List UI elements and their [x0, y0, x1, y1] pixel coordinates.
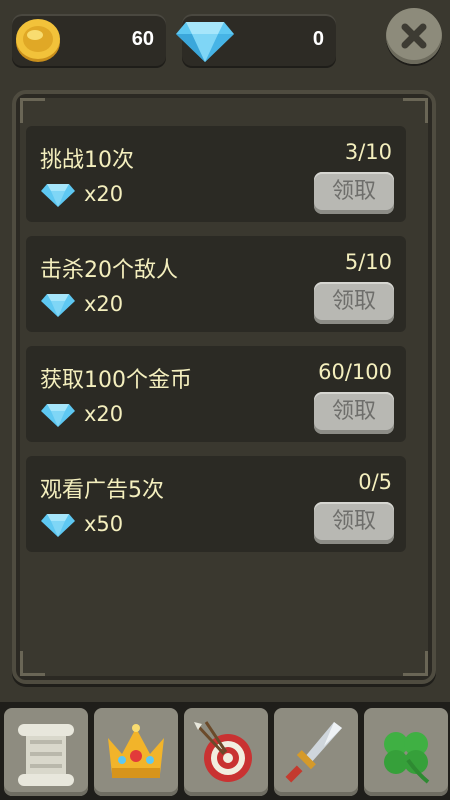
gem-counter: 0 — [176, 14, 336, 66]
clover-icon — [384, 732, 430, 784]
gold-amount: 60 — [131, 28, 154, 50]
diamond-icon — [176, 22, 234, 62]
quest-title: 获取100个金币 — [40, 368, 192, 393]
quest-reward: x50 — [84, 512, 124, 536]
panel-corner-ornament — [20, 651, 45, 676]
tab-target[interactable] — [184, 708, 268, 796]
quest-title: 挑战10次 — [40, 148, 134, 173]
claim-button[interactable]: 领取 — [314, 392, 394, 434]
target-arrows-icon — [194, 721, 252, 782]
diamond-icon — [41, 184, 75, 207]
quest-row: 挑战10次 3/10 x20 领取 — [26, 126, 406, 222]
panel-corner-ornament — [20, 98, 45, 123]
gem-amount: 0 — [312, 28, 324, 50]
diamond-icon — [41, 514, 75, 537]
gold-coin-icon — [16, 19, 60, 62]
quest-progress: 60/100 — [318, 360, 392, 384]
panel-corner-ornament — [403, 651, 428, 676]
tab-scroll[interactable] — [4, 708, 88, 796]
close-icon — [401, 23, 427, 49]
bottom-nav — [0, 702, 450, 800]
gold-counter: 60 — [12, 14, 166, 66]
close-button[interactable] — [386, 8, 442, 64]
claim-button[interactable]: 领取 — [314, 282, 394, 324]
quest-reward: x20 — [84, 182, 124, 206]
tab-crown[interactable] — [94, 708, 178, 796]
tab-sword[interactable] — [274, 708, 358, 796]
sword-icon — [285, 722, 342, 783]
panel-corner-ornament — [403, 98, 428, 123]
crown-icon — [108, 724, 164, 778]
quest-title: 击杀20个敌人 — [40, 258, 178, 283]
quest-row: 击杀20个敌人 5/10 x20 领取 — [26, 236, 406, 332]
claim-button[interactable]: 领取 — [314, 172, 394, 214]
quest-progress: 5/10 — [344, 250, 392, 274]
tab-clover[interactable] — [364, 708, 448, 796]
claim-button[interactable]: 领取 — [314, 502, 394, 544]
quest-reward: x20 — [84, 402, 124, 426]
diamond-icon — [41, 294, 75, 317]
quest-progress: 3/10 — [344, 140, 392, 164]
quest-reward: x20 — [84, 292, 124, 316]
quest-row: 获取100个金币 60/100 x20 领取 — [26, 346, 406, 442]
scroll-icon — [18, 724, 74, 786]
quest-title: 观看广告5次 — [40, 478, 164, 503]
quest-progress: 0/5 — [358, 470, 392, 494]
diamond-icon — [41, 404, 75, 427]
quest-row: 观看广告5次 0/5 x50 领取 — [26, 456, 406, 552]
